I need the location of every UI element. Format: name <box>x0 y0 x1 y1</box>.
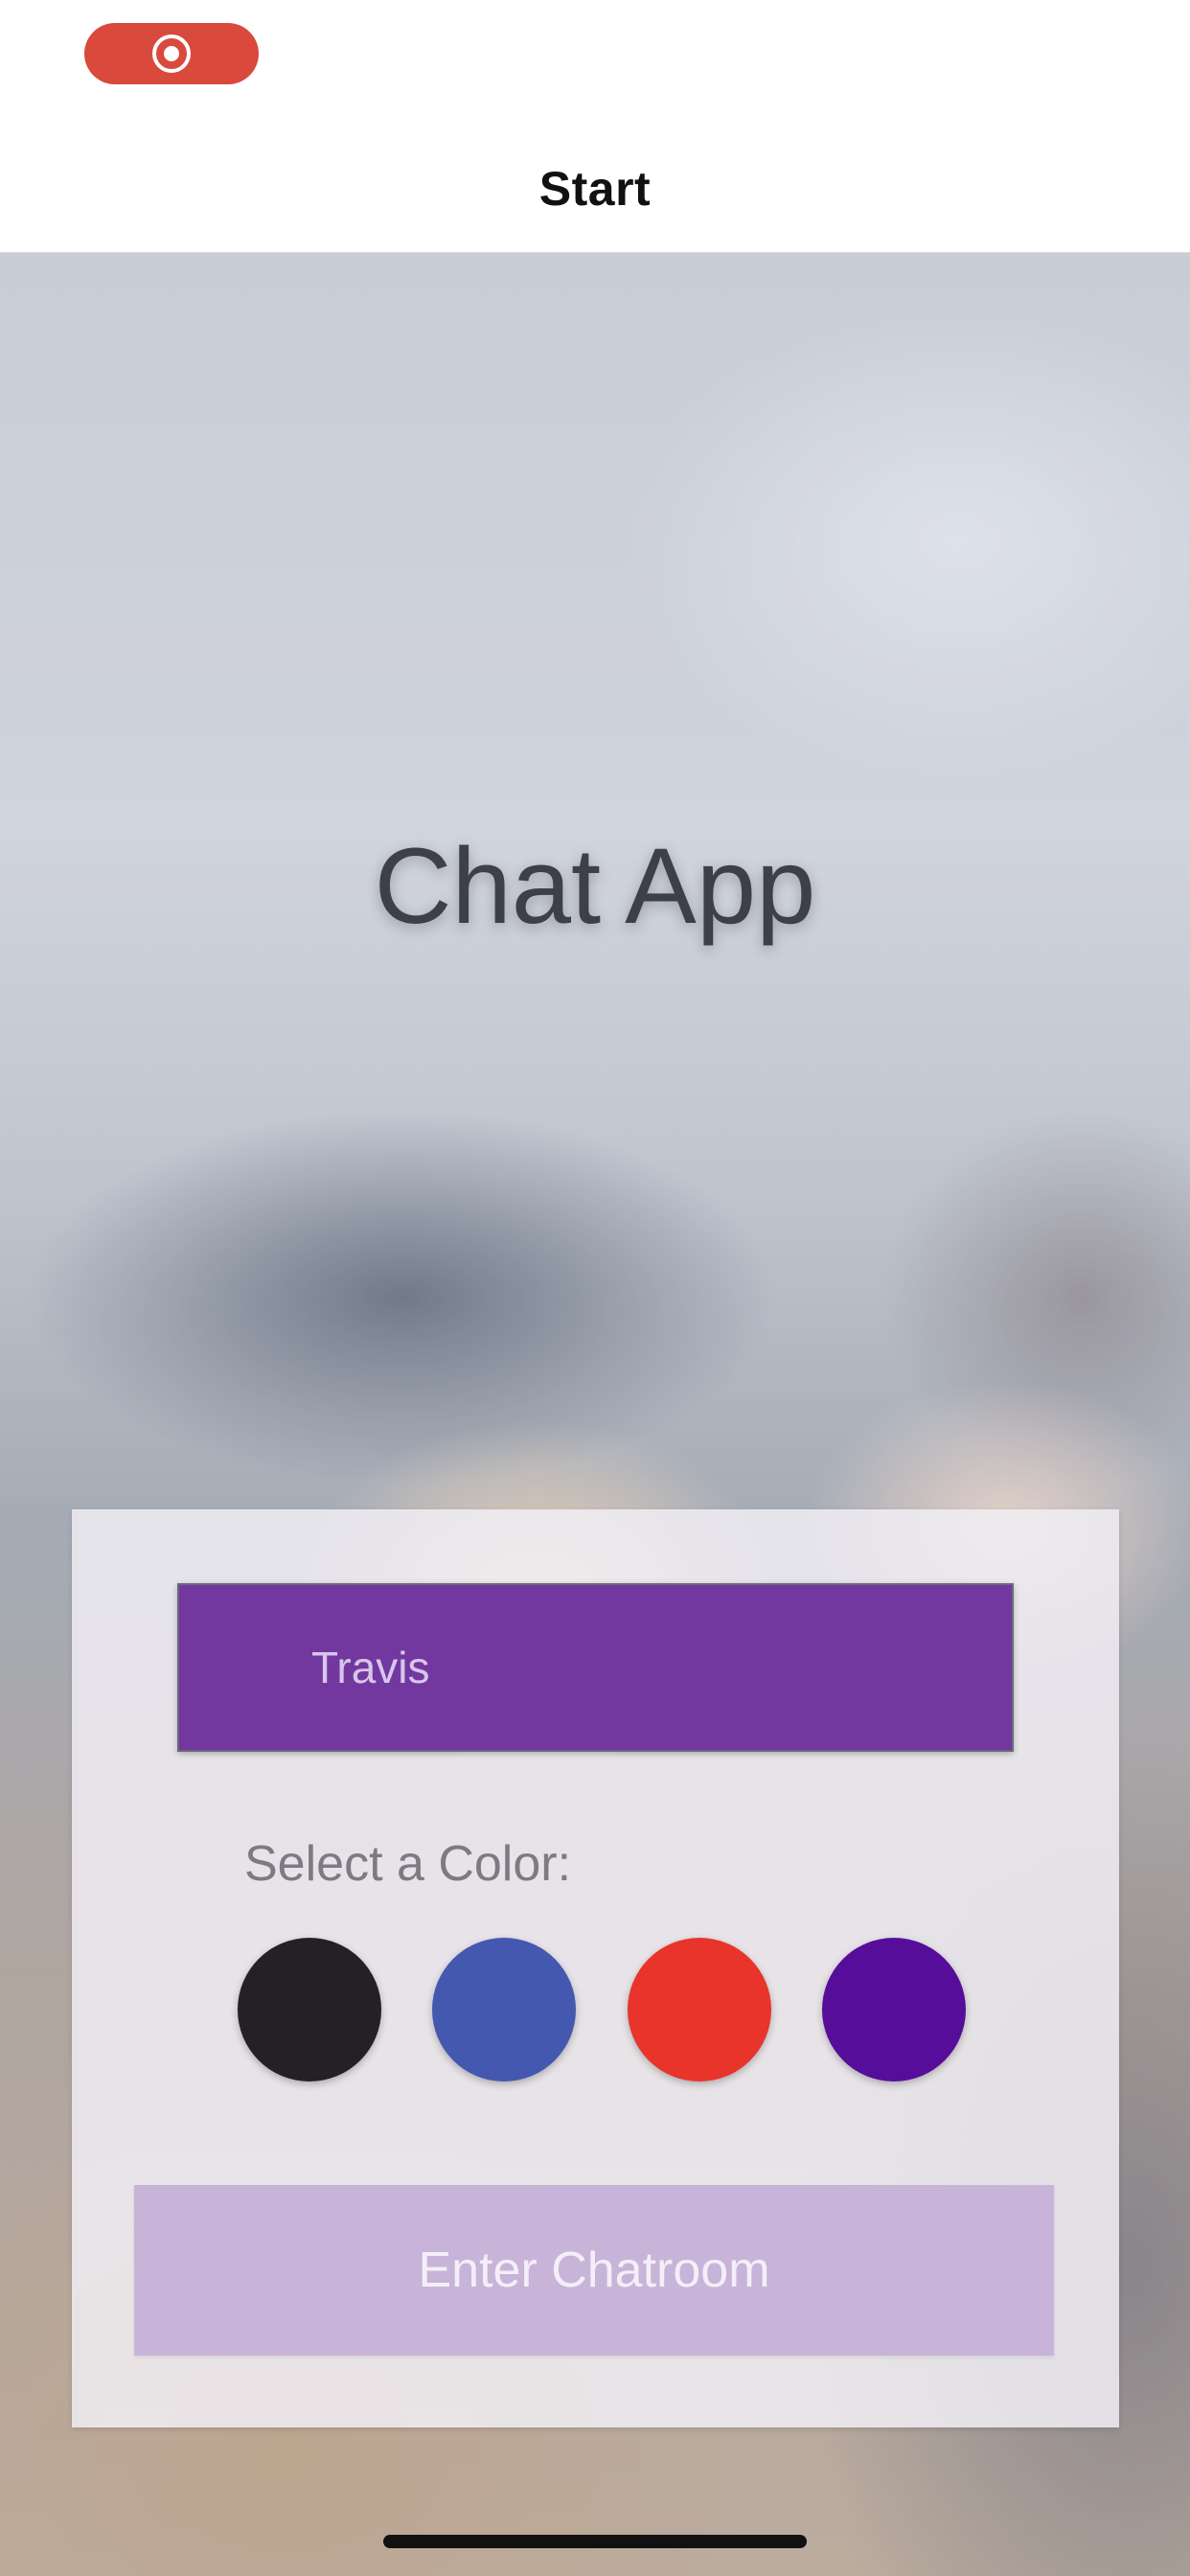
color-swatch-purple[interactable] <box>821 1938 966 2082</box>
color-swatch-blue[interactable] <box>432 1938 577 2082</box>
status-bar <box>0 0 1190 144</box>
enter-chatroom-button[interactable]: Enter Chatroom <box>134 2185 1054 2356</box>
home-indicator[interactable] <box>383 2535 807 2548</box>
name-input[interactable] <box>177 1583 1014 1752</box>
select-color-label: Select a Color: <box>244 1836 572 1892</box>
color-swatch-black[interactable] <box>238 1938 381 2082</box>
color-swatches <box>238 1938 966 2082</box>
record-icon <box>152 34 191 73</box>
screen-recording-indicator[interactable] <box>84 23 259 84</box>
screen: Start Chat App Select a Color: Enter Cha… <box>0 0 1190 2576</box>
navigation-bar: Start <box>0 144 1190 253</box>
nav-title: Start <box>538 162 652 216</box>
color-swatch-red[interactable] <box>627 1938 771 2082</box>
login-card: Select a Color: Enter Chatroom <box>72 1509 1119 2427</box>
app-title: Chat App <box>374 826 816 946</box>
record-dot <box>164 46 179 61</box>
